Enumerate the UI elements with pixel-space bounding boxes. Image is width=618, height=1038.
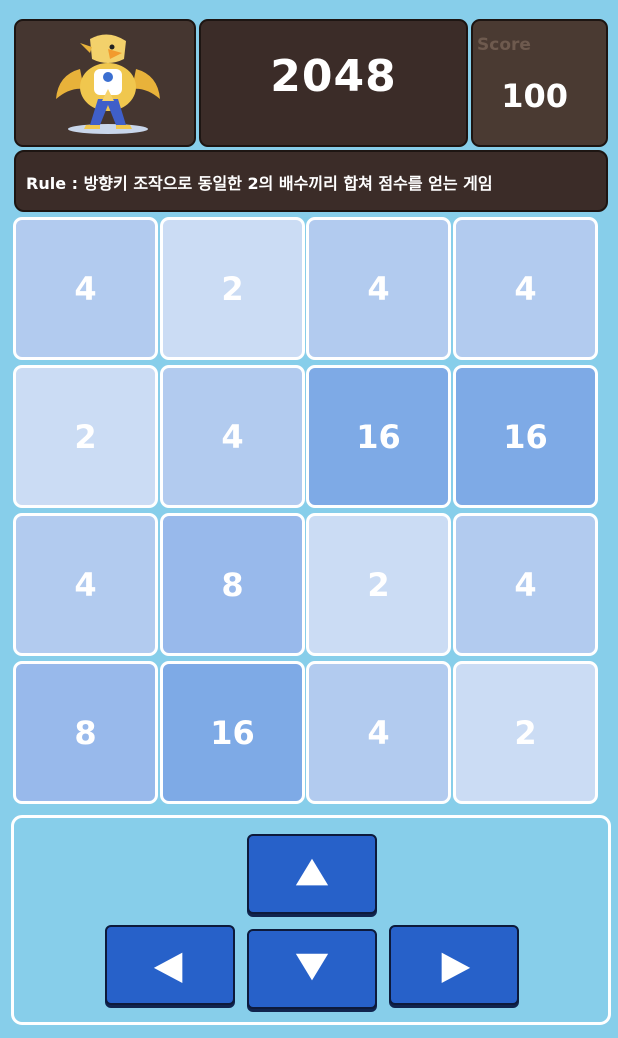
eagle-mascot-icon bbox=[56, 34, 160, 134]
score-panel: Score 100 bbox=[471, 19, 608, 147]
tile-r3-c2: 4 bbox=[306, 661, 451, 804]
game-title: 2048 bbox=[270, 51, 397, 102]
tile-r3-c0: 8 bbox=[13, 661, 158, 804]
down-button[interactable] bbox=[247, 929, 377, 1009]
tile-r1-c2: 16 bbox=[306, 365, 451, 508]
tile-r2-c0: 4 bbox=[13, 513, 158, 656]
game-board: 4 2 4 4 2 4 16 16 4 8 2 4 8 16 4 2 bbox=[13, 217, 599, 805]
tile-r0-c2: 4 bbox=[306, 217, 451, 360]
rule-text: Rule : 방향키 조작으로 동일한 2의 배수끼리 합쳐 점수를 얻는 게임 bbox=[26, 174, 493, 193]
arrow-left-icon bbox=[153, 952, 183, 984]
tile-r0-c1: 2 bbox=[160, 217, 305, 360]
game-app: 2048 Score 100 Rule : 방향키 조작으로 동일한 2의 배수… bbox=[0, 0, 618, 1038]
tile-r1-c0: 2 bbox=[13, 365, 158, 508]
tile-r2-c3: 4 bbox=[453, 513, 598, 656]
up-button[interactable] bbox=[247, 834, 377, 914]
score-value: 100 bbox=[501, 77, 568, 115]
arrow-up-icon bbox=[295, 858, 329, 886]
rule-panel: Rule : 방향키 조작으로 동일한 2의 배수끼리 합쳐 점수를 얻는 게임 bbox=[14, 150, 608, 212]
left-button[interactable] bbox=[105, 925, 235, 1005]
tile-r3-c1: 16 bbox=[160, 661, 305, 804]
tile-r3-c3: 2 bbox=[453, 661, 598, 804]
logo-panel bbox=[14, 19, 196, 147]
arrow-down-icon bbox=[295, 953, 329, 981]
score-label: Score bbox=[477, 35, 531, 55]
tile-r1-c3: 16 bbox=[453, 365, 598, 508]
title-panel: 2048 bbox=[199, 19, 468, 147]
tile-r0-c3: 4 bbox=[453, 217, 598, 360]
tile-r1-c1: 4 bbox=[160, 365, 305, 508]
tile-r2-c2: 2 bbox=[306, 513, 451, 656]
control-panel bbox=[11, 815, 611, 1025]
arrow-right-icon bbox=[441, 952, 471, 984]
right-button[interactable] bbox=[389, 925, 519, 1005]
tile-r2-c1: 8 bbox=[160, 513, 305, 656]
tile-r0-c0: 4 bbox=[13, 217, 158, 360]
